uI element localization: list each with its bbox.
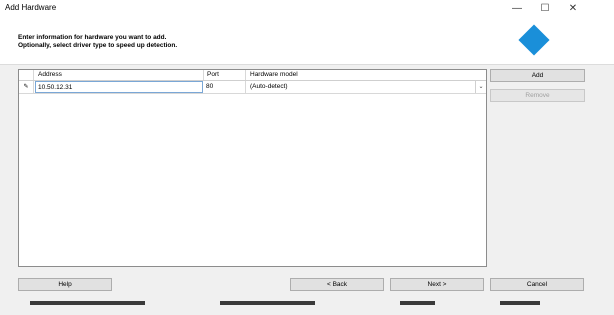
instruction-line-2: Optionally, select driver type to speed … bbox=[18, 42, 178, 49]
column-header-address[interactable]: Address bbox=[38, 71, 62, 78]
next-button[interactable]: Next > bbox=[390, 278, 484, 291]
window-title: Add Hardware bbox=[5, 3, 57, 12]
back-button[interactable]: < Back bbox=[290, 278, 384, 291]
minimize-button[interactable]: — bbox=[504, 0, 530, 16]
instruction-line-1: Enter information for hardware you want … bbox=[18, 34, 167, 41]
remove-button[interactable]: Remove bbox=[490, 89, 585, 102]
port-input[interactable]: 80 bbox=[204, 81, 245, 93]
instruction-panel: Enter information for hardware you want … bbox=[0, 16, 614, 65]
column-separator bbox=[33, 70, 34, 80]
hardware-grid[interactable]: Address Port Hardware model ✎ 10.50.12.3… bbox=[18, 69, 487, 267]
add-button[interactable]: Add bbox=[490, 69, 585, 82]
hardware-model-select[interactable]: (Auto-detect) ⌄ bbox=[248, 81, 486, 93]
cancel-button[interactable]: Cancel bbox=[490, 278, 584, 291]
help-button[interactable]: Help bbox=[18, 278, 112, 291]
background-fragment bbox=[500, 301, 540, 305]
grid-header: Address Port Hardware model bbox=[19, 70, 486, 81]
hardware-model-value: (Auto-detect) bbox=[250, 83, 288, 90]
cell-separator bbox=[245, 81, 246, 93]
maximize-button[interactable]: ☐ bbox=[532, 0, 558, 16]
background-fragment bbox=[220, 301, 315, 305]
column-separator bbox=[203, 70, 204, 80]
column-header-hardware-model[interactable]: Hardware model bbox=[250, 71, 298, 78]
address-input[interactable]: 10.50.12.31 bbox=[35, 81, 203, 93]
instruction-text: Enter information for hardware you want … bbox=[18, 34, 177, 50]
column-separator bbox=[245, 70, 246, 80]
background-fragment bbox=[30, 301, 145, 305]
close-button[interactable]: ✕ bbox=[560, 0, 586, 16]
title-bar: Add Hardware — ☐ ✕ bbox=[0, 0, 614, 16]
column-header-port[interactable]: Port bbox=[207, 71, 219, 78]
blue-diamond-icon bbox=[518, 24, 550, 56]
chevron-down-icon[interactable]: ⌄ bbox=[475, 81, 486, 93]
table-row[interactable]: ✎ 10.50.12.31 80 (Auto-detect) ⌄ bbox=[19, 81, 486, 94]
background-fragment bbox=[400, 301, 435, 305]
edit-row-icon: ✎ bbox=[19, 81, 34, 93]
